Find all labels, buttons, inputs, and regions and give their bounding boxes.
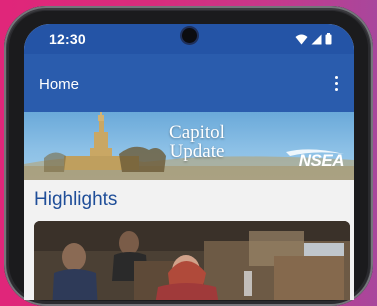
phone-screen: 12:30 Home Capitol Update NSEA Highlight… (24, 24, 354, 300)
app-bar-title: Home (39, 76, 80, 93)
status-icons (295, 33, 332, 45)
highlights-heading: Highlights (34, 189, 118, 210)
capitol-update-banner[interactable]: Capitol Update NSEA (24, 112, 354, 180)
nsea-logo: NSEA (298, 151, 345, 170)
status-bar: 12:30 (24, 24, 354, 54)
status-time: 12:30 (49, 31, 86, 47)
content-area: Highlights (24, 180, 354, 300)
banner-title-line1: Capitol (169, 122, 225, 143)
battery-icon (325, 33, 332, 45)
wifi-icon (295, 34, 308, 44)
overflow-menu-icon[interactable] (326, 72, 346, 94)
banner-title: Capitol Update (152, 123, 242, 161)
legislature-photo (34, 221, 350, 300)
banner-title-line2: Update (169, 141, 225, 162)
highlight-photo-card[interactable] (34, 221, 350, 300)
signal-icon (311, 34, 322, 44)
camera-notch (182, 28, 197, 43)
app-bar: Home (24, 54, 354, 112)
